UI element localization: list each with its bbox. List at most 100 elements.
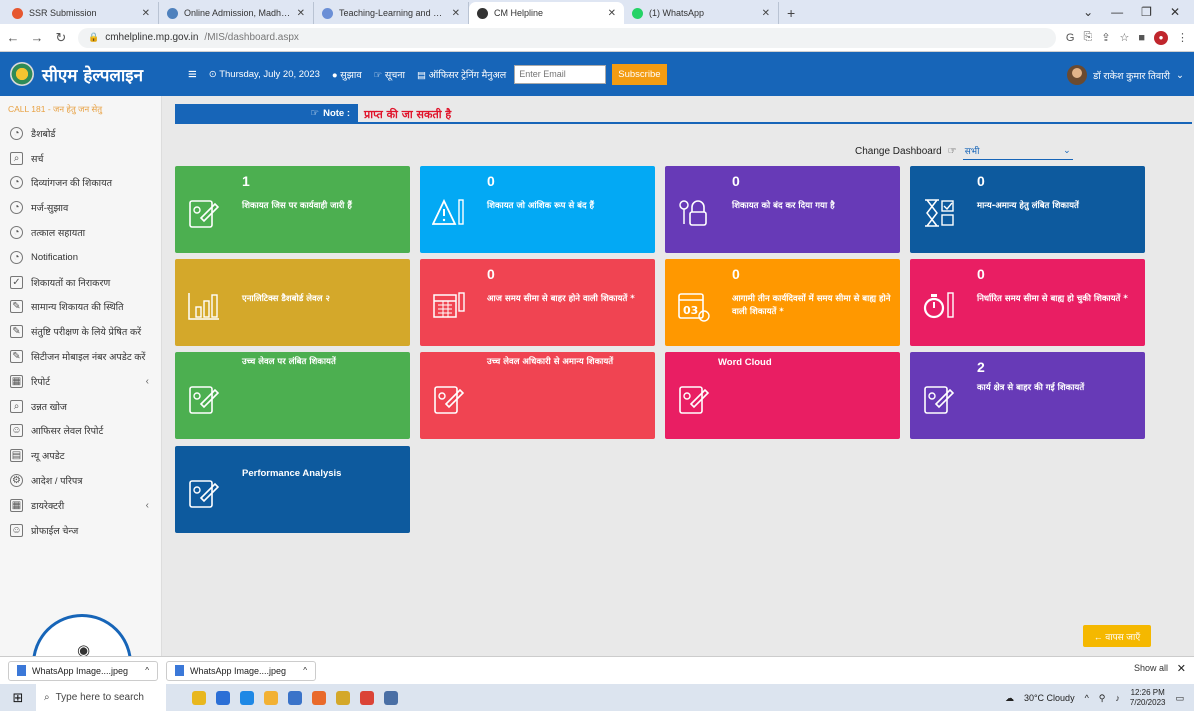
google-icon[interactable]: G [1066, 32, 1075, 44]
dashboard-gauge[interactable]: ◉ [32, 614, 132, 656]
chevron-up-icon[interactable]: ^ [145, 666, 149, 675]
file-explorer-icon[interactable] [264, 690, 278, 705]
store-icon[interactable] [288, 690, 302, 705]
notification-icon[interactable]: ▭ [1175, 693, 1184, 704]
close-icon[interactable]: ✕ [762, 8, 770, 19]
note-text: प्राप्त की जा सकती है [364, 108, 452, 121]
chevron-up-icon[interactable]: ^ [303, 666, 307, 675]
card-pending-validation[interactable]: 0 मान्य-अमान्य हेतु लंबित शिकायतें [910, 166, 1145, 253]
new-tab-button[interactable]: + [779, 2, 803, 24]
taskbar-search[interactable]: ⌕ Type here to search [36, 684, 166, 711]
info-link[interactable]: ☞ सूचना [374, 68, 405, 81]
sidebar-item-disabled-complaints[interactable]: ◔ दिव्यांगजन की शिकायत [0, 171, 161, 196]
forward-arrow-icon[interactable]: → [30, 30, 44, 45]
download-item[interactable]: WhatsApp Image....jpeg ^ [166, 660, 316, 681]
translate-icon[interactable]: ⎘ [1083, 31, 1092, 44]
card-in-progress[interactable]: 1 शिकायत जिस पर कार्यवाही जारी हैं [175, 166, 410, 253]
taskbar-clock[interactable]: 12:26 PM 7/20/2023 [1130, 688, 1166, 708]
card-word-cloud[interactable]: Word Cloud [665, 352, 900, 439]
card-due-three-days[interactable]: 03 0 आगामी तीन कार्यदिवसों में समय सीमा … [665, 259, 900, 346]
card-out-of-jurisdiction[interactable]: 2 कार्य क्षेत्र से बाहर की गई शिकायतें [910, 352, 1145, 439]
card-rejected-by-higher-officer[interactable]: उच्च लेवल अधिकारी से अमान्य शिकायतें [420, 352, 655, 439]
tab-favicon [12, 7, 23, 19]
sidebar-item-new-update[interactable]: ▤ न्यू अपडेट [0, 443, 161, 468]
card-due-today[interactable]: 0 आज समय सीमा से बाहर होने वाली शिकायतें… [420, 259, 655, 346]
firefox-icon[interactable] [312, 690, 326, 705]
chevron-up-icon[interactable]: ^ [1085, 693, 1089, 703]
download-item[interactable]: WhatsApp Image....jpeg ^ [8, 660, 158, 681]
share-icon[interactable]: ⇪ [1101, 31, 1110, 44]
sidebar-item-label: Notification [31, 251, 78, 263]
profile-avatar-icon[interactable]: ● [1154, 30, 1168, 45]
card-performance-analysis[interactable]: Performance Analysis [175, 446, 410, 533]
sidebar-item-urgent-help[interactable]: ◔ तत्काल सहायता [0, 220, 161, 245]
browser-tab-4[interactable]: CM Helpline ✕ [469, 2, 624, 24]
brand[interactable]: सीएम हेल्पलाइन [0, 62, 170, 86]
url-input[interactable]: 🔒 cmhelpline.mp.gov.in/MIS/dashboard.asp… [78, 27, 1056, 48]
downloads-bar: WhatsApp Image....jpeg ^ WhatsApp Image..… [0, 656, 1194, 684]
bookmark-star-icon[interactable]: ☆ [1119, 31, 1129, 44]
close-icon[interactable]: ✕ [452, 8, 460, 19]
weather-text[interactable]: 30°C Cloudy [1024, 693, 1075, 703]
browser-tab-2[interactable]: Online Admission, Madhya Prade✕ [159, 2, 314, 24]
card-analytics-level-2[interactable]: एनालिटिक्स डैशबोर्ड लेवल २ [175, 259, 410, 346]
sidebar-item-advanced-search[interactable]: ⌕ उन्नत खोज [0, 394, 161, 419]
sidebar-item-complaint-status[interactable]: ✎ सामान्य शिकायत की स्थिति [0, 295, 161, 320]
notification-icon: ◔ [10, 250, 23, 264]
back-arrow-icon[interactable]: ← [6, 30, 20, 45]
info-text: सूचना [384, 69, 406, 81]
sidebar-item-mobile-update[interactable]: ✎ सिटीजन मोबाइल नंबर अपडेट करें [0, 344, 161, 369]
minimize-icon[interactable]: — [1111, 5, 1123, 19]
close-icon[interactable]: ✕ [608, 8, 616, 19]
sidebar-item-merge-suggestion[interactable]: ◔ मर्ज-सुझाव [0, 195, 161, 220]
sidebar-item-satisfaction-send[interactable]: ✎ संतुष्टि परीक्षण के लिये प्रेषित करें [0, 319, 161, 344]
sidebar-item-directory[interactable]: ▦ डायरेक्टरी ‹ [0, 493, 161, 518]
lock-icon [679, 200, 707, 226]
tab-favicon [167, 7, 178, 19]
user-menu[interactable]: डॉ राकेश कुमार तिवारी ⌄ [1067, 65, 1184, 85]
restore-icon[interactable]: ❐ [1141, 5, 1152, 19]
show-all-downloads-link[interactable]: Show all [1134, 663, 1168, 673]
card-label: निर्धारित समय सीमा से बाह्य हो चुकी शिका… [977, 294, 1128, 304]
go-back-button[interactable]: ← वापस जाएँ [1083, 625, 1151, 647]
close-icon[interactable]: ✕ [142, 8, 150, 19]
hamburger-icon[interactable]: ≡ [188, 66, 197, 83]
sidebar-item-resolution[interactable]: ✓ शिकायतों का निराकरण [0, 270, 161, 295]
close-window-icon[interactable]: ✕ [1170, 5, 1180, 19]
app-icon[interactable] [192, 690, 206, 705]
card-overdue[interactable]: 0 निर्धारित समय सीमा से बाह्य हो चुकी शि… [910, 259, 1145, 346]
card-closed[interactable]: 0 शिकायत को बंद कर दिया गया है [665, 166, 900, 253]
close-icon[interactable]: ✕ [297, 8, 305, 19]
card-count: 2 [977, 359, 985, 375]
sidebar-item-officer-report[interactable]: ☺ आफिसर लेवल रिपोर्ट [0, 419, 161, 444]
sidebar-item-report[interactable]: ▦ रिपोर्ट ‹ [0, 369, 161, 394]
app-icon[interactable] [384, 690, 398, 705]
sidebar-item-dashboard[interactable]: ◔ डैशबोर्ड [0, 121, 161, 146]
sidebar-item-search[interactable]: ⌕ सर्च [0, 146, 161, 171]
chevron-down-icon[interactable]: ⌄ [1083, 5, 1093, 19]
subscribe-email-input[interactable] [514, 64, 607, 84]
windows-start-icon[interactable]: ⊞ [0, 684, 36, 711]
card-pending-higher-level[interactable]: उच्च लेवल पर लंबित शिकायतें [175, 352, 410, 439]
chrome-icon[interactable] [360, 690, 374, 705]
sidebar-item-profile-change[interactable]: ☺ प्रोफाईल चेन्ज [0, 518, 161, 543]
edge-icon[interactable] [240, 690, 254, 705]
card-partially-closed[interactable]: 0 शिकायत जो आंशिक रूप से बंद हैं [420, 166, 655, 253]
training-manual-link[interactable]: ▤ ऑफिसर ट्रेनिंग मैनुअल [417, 68, 506, 81]
notes-icon[interactable] [336, 690, 350, 705]
task-view-icon[interactable] [216, 690, 230, 705]
browser-tab-5[interactable]: (1) WhatsApp ✕ [624, 2, 779, 24]
suggestion-link[interactable]: ● सुझाव [332, 68, 362, 81]
sidepanel-icon[interactable]: ■ [1138, 32, 1145, 44]
volume-icon[interactable]: ♪ [1115, 693, 1120, 703]
browser-tab-1[interactable]: SSR Submission ✕ [4, 2, 159, 24]
kebab-menu-icon[interactable]: ⋮ [1177, 31, 1188, 44]
reload-icon[interactable]: ↻ [54, 30, 68, 46]
subscribe-button[interactable]: Subscribe [612, 63, 667, 85]
close-icon[interactable]: ✕ [1177, 662, 1186, 675]
sidebar-item-notification[interactable]: ◔ Notification [0, 245, 161, 270]
network-icon[interactable]: ⚲ [1099, 693, 1106, 704]
dashboard-select[interactable]: सभी ⌄ [962, 142, 1073, 160]
sidebar-item-orders[interactable]: ⚙ आदेश / परिपत्र [0, 468, 161, 493]
browser-tab-3[interactable]: Teaching-Learning and Evaluatio✕ [314, 2, 469, 24]
